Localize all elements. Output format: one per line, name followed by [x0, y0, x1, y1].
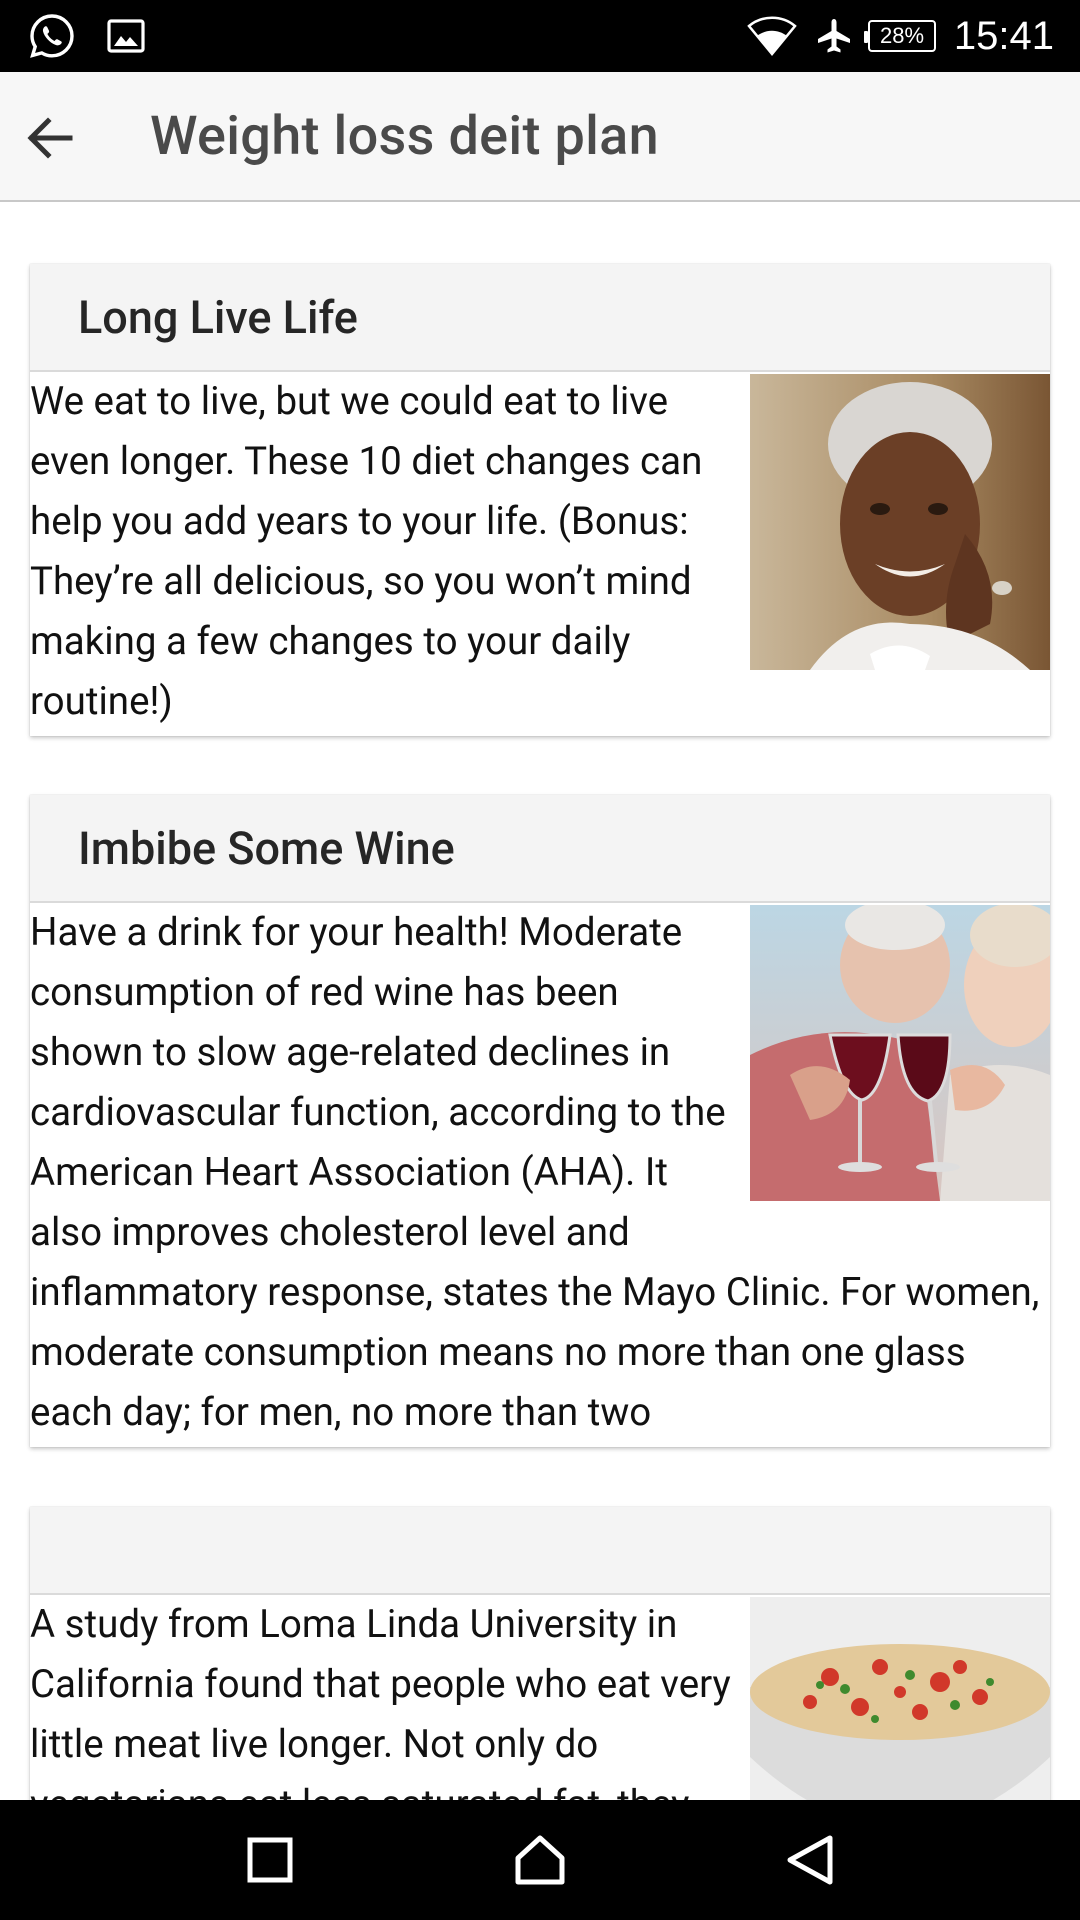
battery-level: 28% [864, 20, 936, 52]
gallery-icon [106, 0, 146, 72]
card-body: Have a drink for your health! Moderate c… [30, 903, 1050, 1447]
back-button[interactable] [14, 102, 86, 174]
battery-icon: 28% [864, 0, 936, 72]
article-card[interactable]: A study from Loma Linda University in Ca… [30, 1507, 1050, 1800]
card-body: A study from Loma Linda University in Ca… [30, 1595, 1050, 1800]
clock: 15:41 [953, 13, 1054, 58]
elderly-couple-wine-toast-photo [750, 905, 1050, 1201]
navigation-bar [0, 1800, 1080, 1920]
grain-salad-bowl-photo [750, 1597, 1050, 1800]
card-title: Long Live Life [30, 264, 1050, 372]
back-nav-button[interactable] [770, 1824, 850, 1896]
article-card[interactable]: Long Live Life We eat to live, but we co… [30, 264, 1050, 736]
article-list[interactable]: Long Live Life We eat to live, but we co… [0, 204, 1080, 1800]
home-icon [514, 1834, 566, 1886]
card-title [30, 1507, 1050, 1595]
whatsapp-icon [28, 0, 76, 72]
recents-square-icon [246, 1836, 294, 1884]
recents-button[interactable] [230, 1824, 310, 1896]
airplane-mode-icon [814, 0, 854, 72]
status-bar: 28% 15:41 [0, 0, 1080, 72]
article-card[interactable]: Imbibe Some Wine Have a drink for your h… [30, 795, 1050, 1447]
page-title: Weight loss deit plan [150, 104, 659, 168]
smiling-elderly-woman-photo [750, 374, 1050, 670]
back-triangle-icon [784, 1834, 836, 1886]
home-button[interactable] [500, 1824, 580, 1896]
arrow-back-icon [24, 112, 76, 164]
wifi-icon [746, 0, 798, 72]
card-body: We eat to live, but we could eat to live… [30, 372, 1050, 736]
app-bar: Weight loss deit plan [0, 72, 1080, 202]
card-title: Imbibe Some Wine [30, 795, 1050, 903]
